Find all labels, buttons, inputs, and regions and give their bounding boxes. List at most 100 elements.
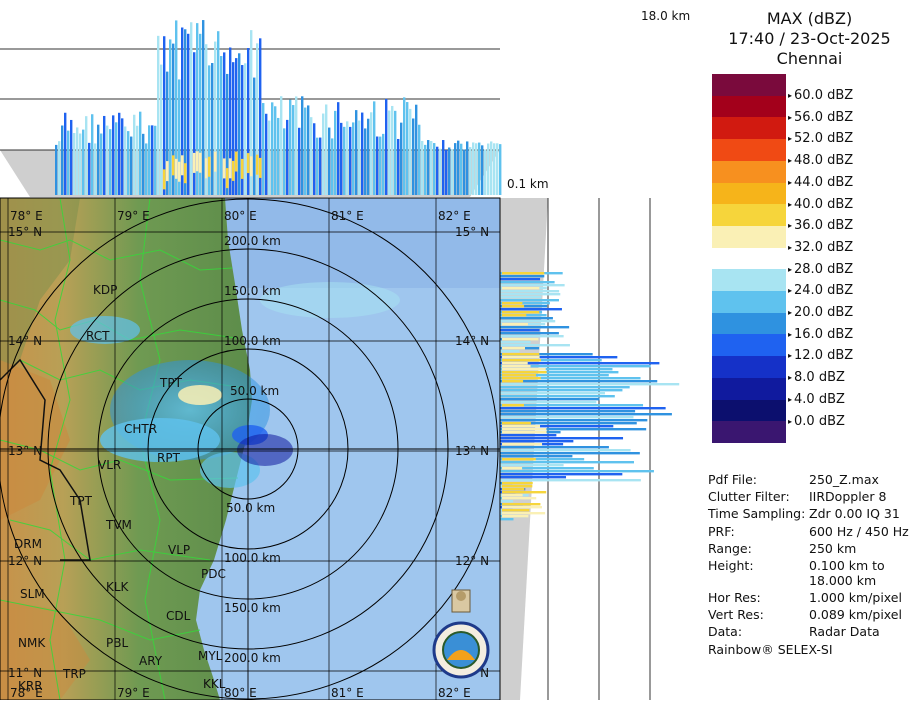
section-echo [496,143,499,195]
section-echo [121,118,124,195]
section-echo [502,467,523,470]
section-echo [193,52,196,196]
section-echo [484,149,487,195]
section-echo [502,365,531,368]
section-echo [403,97,406,195]
lon-label-bottom: 80° E [224,686,257,700]
section-echo [391,105,394,195]
section-echo [223,158,226,179]
color-scale [712,74,786,464]
section-echo [478,142,481,195]
section-echo [127,131,130,195]
info-value: 600 Hz / 450 Hz [809,524,909,539]
section-echo [500,392,605,395]
scale-label: 48.0 dBZ [788,154,853,168]
section-echo [376,136,379,195]
lat-label: 12° N [8,554,42,568]
section-echo [193,152,196,173]
place-label: RPT [157,451,181,465]
section-echo [307,105,310,195]
section-echo [500,389,623,392]
scale-label: 16.0 dBZ [788,327,853,342]
section-echo [466,141,469,195]
place-label: CHTR [124,422,157,436]
section-echo [139,111,142,195]
scale-label: 44.0 dBZ [788,175,853,190]
range-label: 150.0 km [224,284,281,298]
section-echo [163,169,166,190]
station-name: Chennai [776,49,843,68]
lat-label: 14° N [8,334,42,348]
section-echo [502,491,547,494]
section-echo [502,314,527,317]
section-echo [500,479,641,482]
height-top-label: 18.0 km [641,9,691,23]
section-echo [500,449,631,452]
section-echo [61,125,64,195]
section-echo [406,102,409,195]
section-echo [415,104,418,195]
range-label: 50.0 km [230,384,279,398]
scale-swatch [712,74,786,97]
range-label: 100.0 km [224,334,281,348]
top-cross-section-panel [0,0,502,197]
scale-label: 60.0 dBZ [788,89,853,103]
lon-label: 81° E [331,209,364,223]
section-echo [214,41,217,195]
section-echo [124,126,127,195]
section-echo [160,64,163,195]
right-cross-section-panel [500,198,699,700]
section-echo [502,305,525,308]
section-echo [136,125,139,195]
scale-label: 52.0 dBZ [788,132,853,146]
section-echo [500,407,666,410]
section-echo [500,284,565,287]
place-label: PDC [201,567,226,581]
section-echo [82,129,85,195]
section-echo [364,128,367,195]
lat-label: 15° N [8,225,42,239]
place-label: MYL [198,649,223,663]
section-echo [196,151,199,172]
section-echo [115,122,118,195]
section-echo [451,149,454,195]
scale-swatch [712,247,786,270]
place-label: TPT [69,494,93,508]
place-label: SLM [20,587,45,601]
section-echo [310,117,313,195]
height-bottom-label: 0.1 km [507,177,549,191]
section-echo [502,359,541,362]
lon-label: 79° E [117,209,150,223]
section-echo [502,338,539,341]
section-echo [232,160,235,181]
section-echo [331,138,334,195]
info-value: 0.089 km/pixel [809,607,902,622]
section-echo [148,125,151,195]
section-echo [262,103,265,195]
range-label: 100.0 km [224,551,281,565]
info-key: Range: [708,541,752,556]
section-echo [283,128,286,195]
scale-swatch [712,421,786,444]
section-echo [502,515,529,518]
lat-label: 12° N [455,554,489,568]
section-echo [250,156,253,177]
scale-label: 20.0 dBZ [788,306,853,320]
section-echo [500,329,540,332]
section-echo [397,138,400,195]
section-echo [427,140,430,195]
section-echo [79,133,82,195]
section-echo [295,96,298,195]
lon-label: 82° E [438,209,471,223]
section-echo [436,146,439,195]
place-label: ARY [139,654,163,668]
scale-swatch [712,139,786,162]
section-echo [418,124,421,195]
section-echo [217,31,220,196]
scale-label: 28.0 dBZ [788,262,853,277]
section-echo [103,115,106,195]
section-echo [259,157,262,178]
section-echo [500,470,654,473]
scale-label: 0.0 dBZ [788,414,845,429]
section-echo [500,410,636,413]
